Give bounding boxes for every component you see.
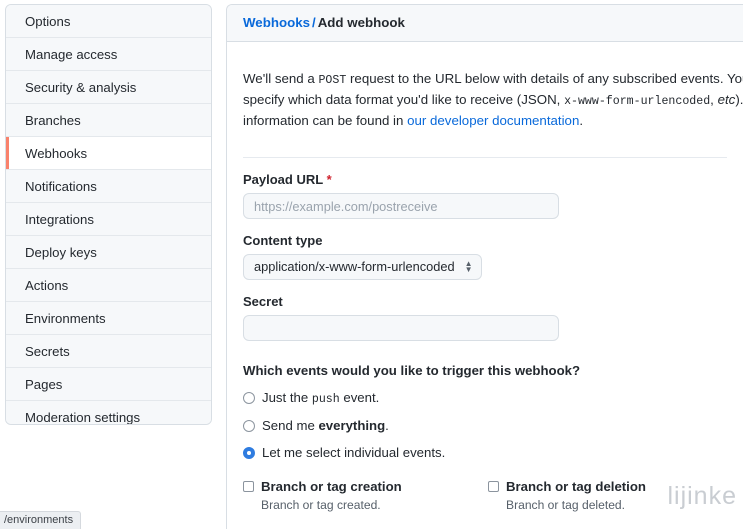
radio-icon-select-individual[interactable]: [243, 446, 255, 459]
add-webhook-panel: Webhooks / Add webhook We'll send a POST r…: [226, 4, 743, 529]
sidebar-item-pages[interactable]: Pages: [6, 368, 211, 401]
sidebar-item-manage-access[interactable]: Manage access: [6, 38, 211, 71]
required-marker: *: [326, 172, 332, 188]
event-description: Branch or tag created.: [261, 497, 381, 512]
radio-label-bold-everything: everything: [318, 418, 386, 434]
breadcrumb-current-add-webhook: Add webhook: [317, 15, 405, 30]
intro-part-1: We'll send a: [243, 71, 319, 87]
sidebar-item-label: Options: [25, 14, 71, 29]
event-item-branch-or-tag-deletion: Branch or tag deletion Branch or tag del…: [488, 478, 727, 529]
sidebar-item-label: Actions: [25, 278, 69, 293]
payload-url-group: Payload URL *: [243, 172, 727, 220]
event-description: Branch or tag deleted.: [506, 497, 626, 512]
sidebar-item-branches[interactable]: Branches: [6, 104, 211, 137]
events-question: Which events would you like to trigger t…: [243, 363, 581, 379]
checkbox-branch-or-tag-creation[interactable]: [243, 481, 254, 493]
content-type-label: Content type: [243, 233, 323, 249]
panel-body: We'll send a POST request to the URL bel…: [227, 55, 743, 529]
event-head[interactable]: Branch or tag creation: [243, 478, 475, 496]
intro-part-4: ,: [710, 92, 718, 108]
secret-input[interactable]: [243, 315, 559, 342]
content-type-select-wrap: application/x-www-form-urlencoded ▲ ▼: [243, 254, 482, 281]
sidebar-item-moderation-settings[interactable]: Moderation settings: [6, 401, 211, 425]
intro-content-type-mono: x-www-form-urlencoded: [564, 95, 711, 109]
sidebar-item-actions[interactable]: Actions: [6, 269, 211, 302]
sidebar-item-label: Secrets: [25, 344, 70, 359]
breadcrumb: Webhooks / Add webhook: [227, 5, 743, 42]
radio-label-mono-push: push: [311, 393, 340, 407]
breadcrumb-separator: /: [311, 15, 316, 30]
radio-icon-send-everything[interactable]: [243, 419, 255, 432]
event-head[interactable]: Branch or tag deletion: [488, 478, 727, 496]
secret-group: Secret: [243, 294, 727, 342]
intro-part-3: (JSON,: [516, 92, 565, 108]
event-checkbox-grid: Branch or tag creation Branch or tag cre…: [243, 478, 727, 529]
payload-url-label: Payload URL *: [243, 172, 727, 187]
sidebar-item-security-and-analysis[interactable]: Security & analysis: [6, 71, 211, 104]
sidebar-item-label: Pages: [25, 377, 63, 392]
radio-label-prefix: Send me: [262, 418, 319, 434]
browser-status-bar: /environments: [0, 511, 82, 529]
sidebar-item-options[interactable]: Options: [6, 5, 211, 38]
radio-option-push-only[interactable]: Just the push event.: [243, 390, 727, 406]
sidebar-item-label: Deploy keys: [25, 245, 97, 260]
sidebar-item-integrations[interactable]: Integrations: [6, 203, 211, 236]
sidebar-item-label: Integrations: [25, 212, 94, 227]
event-title: Branch or tag creation: [261, 479, 402, 495]
event-item-branch-or-tag-creation: Branch or tag creation Branch or tag cre…: [243, 478, 475, 529]
settings-page: Options Manage access Security & analysi…: [0, 0, 743, 529]
content-type-selected-value: application/x-www-form-urlencoded: [254, 259, 455, 275]
intro-method-post: POST: [318, 74, 347, 88]
event-title: Branch or tag deletion: [506, 479, 646, 495]
intro-etc: etc: [717, 92, 736, 108]
payload-url-input[interactable]: [243, 193, 559, 220]
sidebar-item-label: Webhooks: [25, 146, 88, 161]
developer-documentation-link[interactable]: our developer documentation: [407, 113, 579, 128]
secret-label: Secret: [243, 294, 283, 310]
radio-label-push-only: Just the push event.: [262, 390, 379, 406]
content-type-group: Content type application/x-www-form-urle…: [243, 233, 727, 281]
payload-url-label-text: Payload URL: [243, 172, 323, 188]
sidebar-item-label: Environments: [25, 311, 106, 326]
content-type-select[interactable]: application/x-www-form-urlencoded: [243, 254, 482, 281]
radio-label-select-individual: Let me select individual events.: [262, 445, 446, 461]
sidebar-item-label: Notifications: [25, 179, 97, 194]
radio-label-send-everything: Send me everything.: [262, 418, 389, 433]
checkbox-branch-or-tag-deletion[interactable]: [488, 481, 499, 493]
sidebar-item-secrets[interactable]: Secrets: [6, 335, 211, 368]
sidebar-item-label: Security & analysis: [25, 80, 137, 95]
intro-part-6: .: [579, 113, 584, 129]
radio-option-send-everything[interactable]: Send me everything.: [243, 418, 727, 433]
intro-text: We'll send a POST request to the URL bel…: [243, 55, 743, 144]
sidebar-item-notifications[interactable]: Notifications: [6, 170, 211, 203]
radio-icon-push-only[interactable]: [243, 392, 255, 405]
divider-above-form: [243, 157, 727, 159]
sidebar-item-label: Moderation settings: [25, 410, 141, 425]
sidebar-item-environments[interactable]: Environments: [6, 302, 211, 335]
radio-label-suffix: event.: [339, 390, 380, 406]
sidebar-item-deploy-keys[interactable]: Deploy keys: [6, 236, 211, 269]
settings-sidebar: Options Manage access Security & analysi…: [5, 4, 212, 425]
sidebar-item-label: Branches: [25, 113, 81, 128]
radio-label-prefix: Just the: [262, 390, 312, 406]
breadcrumb-link-webhooks[interactable]: Webhooks: [243, 15, 310, 30]
radio-label-suffix: .: [385, 418, 389, 434]
sidebar-item-webhooks[interactable]: Webhooks: [6, 137, 211, 170]
sidebar-item-label: Manage access: [25, 47, 118, 62]
radio-option-select-individual[interactable]: Let me select individual events.: [243, 445, 727, 460]
